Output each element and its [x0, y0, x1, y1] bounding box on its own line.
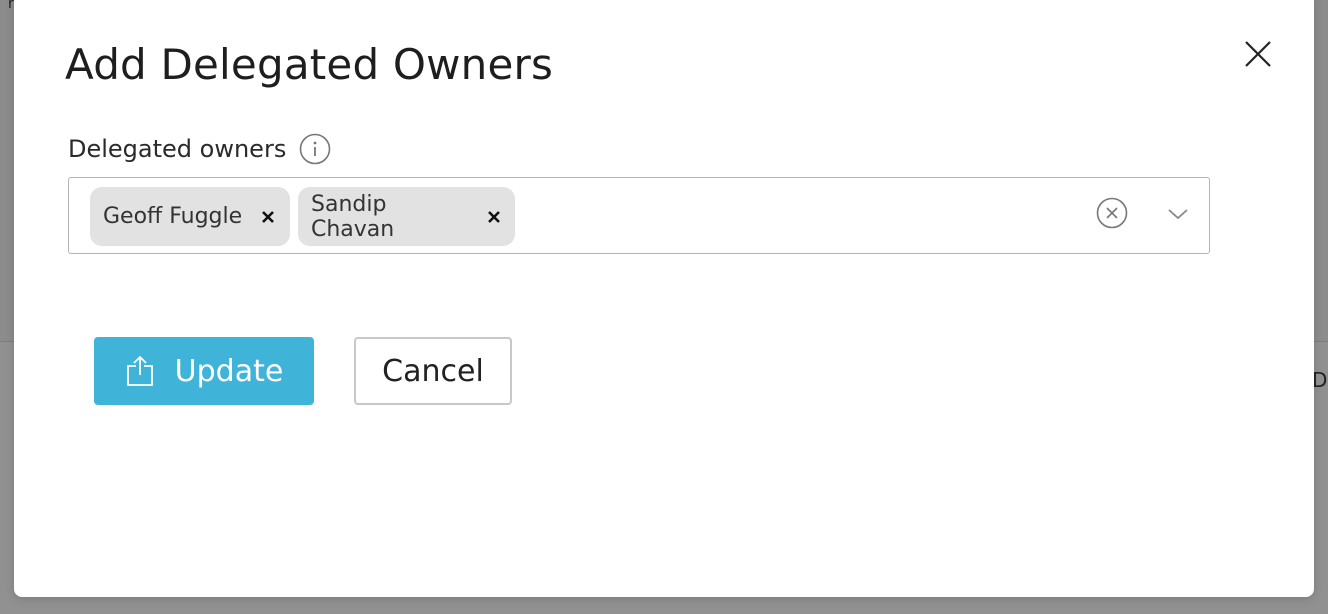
delegated-owners-label-row: Delegated owners: [68, 133, 331, 165]
selected-owners: Geoff Fuggle Sandip Chavan: [90, 187, 515, 246]
remove-owner-button[interactable]: [486, 209, 502, 225]
background-text-fragment: D: [1312, 368, 1328, 392]
clear-circle-icon[interactable]: [1096, 197, 1128, 229]
close-button[interactable]: [1242, 38, 1274, 70]
update-button[interactable]: Update: [94, 337, 314, 405]
add-delegated-owners-dialog: Add Delegated Owners Delegated owners Ge…: [14, 0, 1314, 597]
dialog-title: Add Delegated Owners: [65, 40, 554, 89]
delegated-owners-multiselect[interactable]: Geoff Fuggle Sandip Chavan: [68, 177, 1210, 254]
remove-owner-button[interactable]: [260, 209, 276, 225]
owner-chip: Geoff Fuggle: [90, 187, 290, 246]
chevron-down-icon[interactable]: [1167, 206, 1189, 220]
background-text-fragment: r: [8, 0, 14, 12]
close-icon: [1245, 41, 1271, 67]
update-button-label: Update: [174, 353, 284, 389]
info-icon[interactable]: [299, 133, 331, 165]
owner-chip-label: Sandip Chavan: [311, 191, 395, 242]
cancel-button[interactable]: Cancel: [354, 337, 512, 405]
x-icon: [488, 210, 500, 223]
share-upload-icon: [126, 355, 153, 386]
owner-chip: Sandip Chavan: [298, 187, 515, 246]
delegated-owners-label: Delegated owners: [68, 135, 287, 163]
x-icon: [262, 210, 275, 223]
owner-chip-label: Geoff Fuggle: [103, 204, 243, 229]
